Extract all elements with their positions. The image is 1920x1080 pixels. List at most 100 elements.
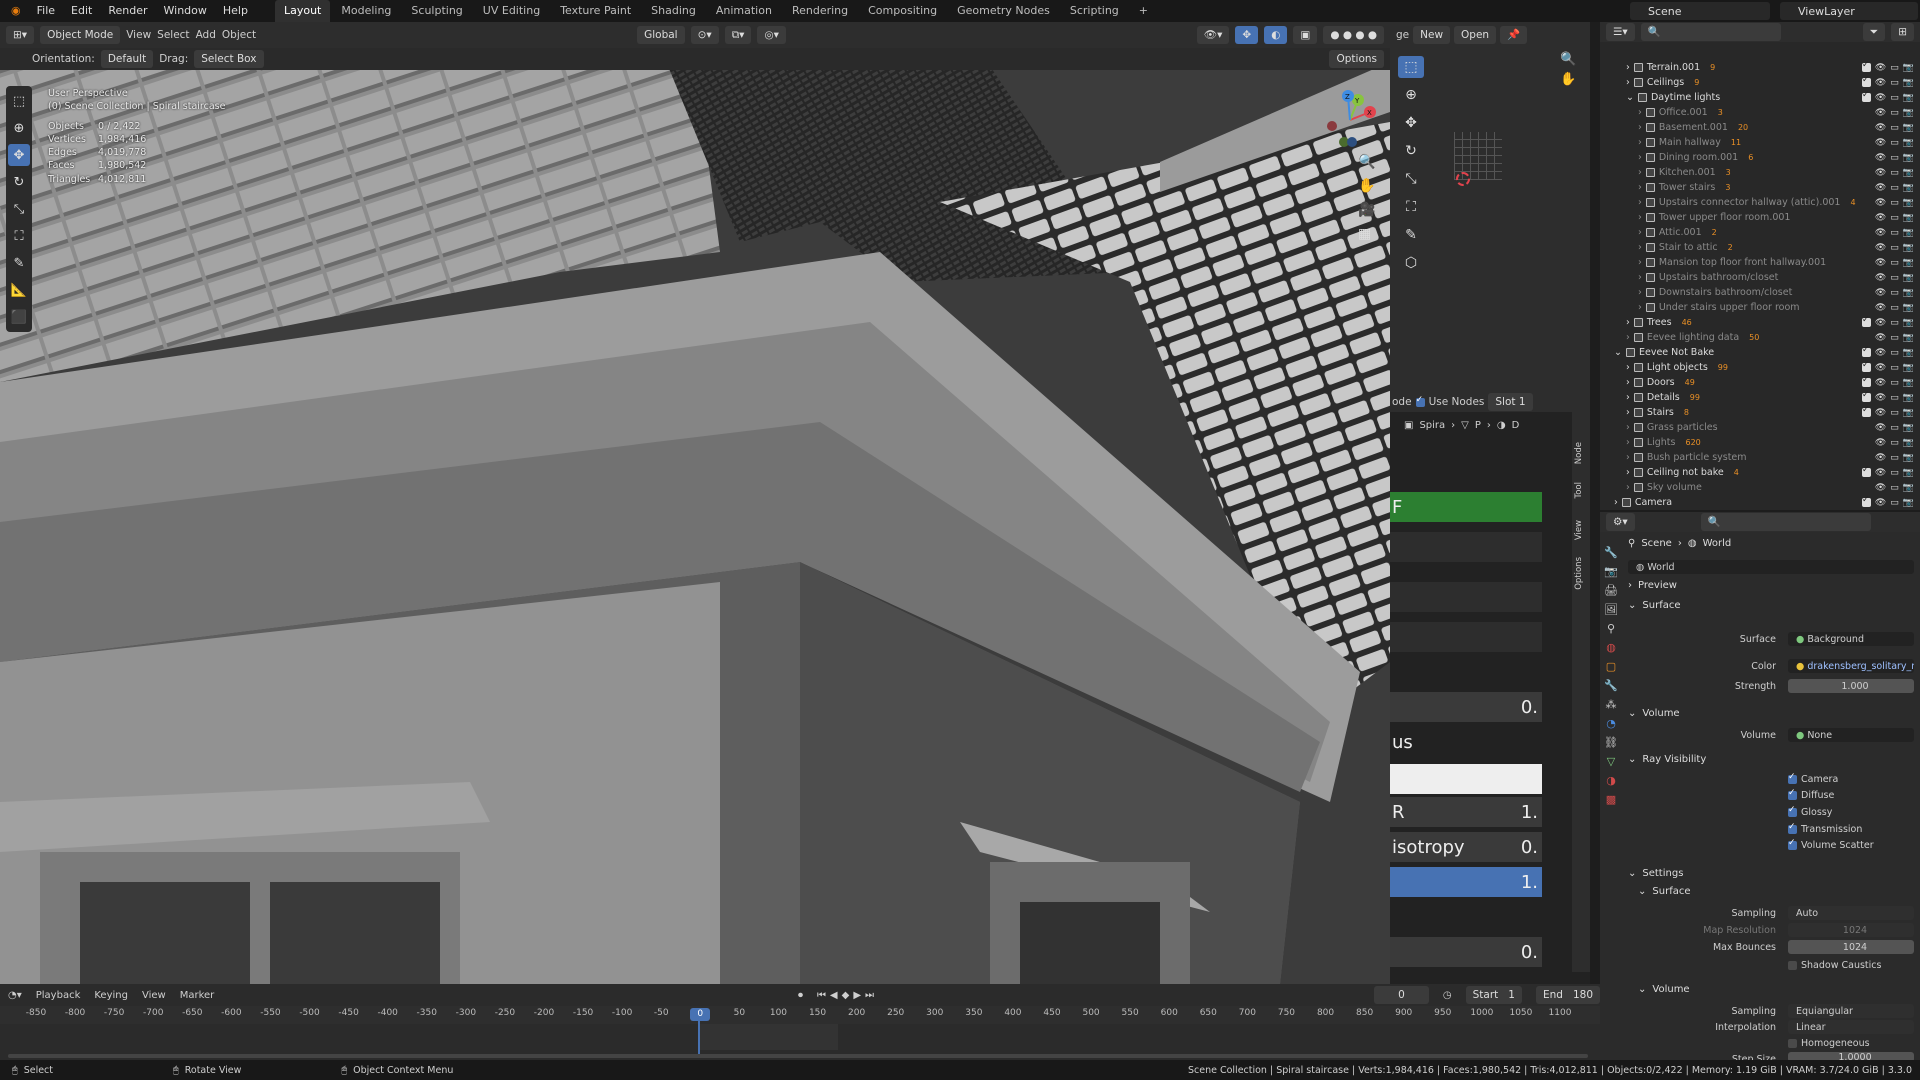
ray-transmission-checkbox[interactable]: Transmission [1788,822,1862,835]
collapsed-icon[interactable]: › [1626,467,1630,478]
outliner-row[interactable]: › Tower upper floor room.001 👁 ▭ 📷 [1600,210,1920,225]
move-tool-icon[interactable]: ✥ [1398,112,1424,134]
node-value-field-r[interactable]: R 1. [1390,797,1542,827]
camera-icon[interactable]: 📷 [1903,378,1914,388]
eye-icon[interactable]: 👁 [1875,468,1886,478]
scene-selector[interactable]: Scene [1630,2,1770,20]
clock-icon[interactable]: ◔▾ [8,990,22,1001]
monitor-icon[interactable]: ▭ [1890,138,1899,148]
camera-icon[interactable]: 📷 [1903,198,1914,208]
camera-icon[interactable]: 📷 [1903,393,1914,403]
eye-icon[interactable]: 👁 [1875,438,1886,448]
timeline-ruler[interactable]: -850 -800 -750 -700 -650 -600 -550 -500 -450 -400… [0,1006,1600,1024]
orientation-dropdown[interactable]: Default [100,50,154,68]
viewlayer-selector[interactable]: ViewLayer [1780,2,1918,20]
exclude-checkbox[interactable] [1862,123,1871,133]
monitor-icon[interactable]: ▭ [1890,333,1899,343]
options-dropdown[interactable]: Options [1329,50,1384,68]
blender-logo-icon[interactable]: ◉ [4,0,28,22]
eye-icon[interactable]: 👁 [1875,303,1886,313]
tab-node[interactable]: Node [1574,442,1584,464]
outliner-row[interactable]: › Doors 49 👁 ▭ 📷 [1600,375,1920,390]
monitor-icon[interactable]: ▭ [1890,63,1899,73]
collapsed-icon[interactable]: › [1626,452,1630,463]
keying-menu[interactable]: Keying [94,990,128,1001]
tab-uv-editing[interactable]: UV Editing [474,0,549,22]
settings-panel-header[interactable]: ⌄ Settings [1628,868,1918,879]
node-value-field-1[interactable]: 0. [1390,692,1542,722]
surface-panel-header[interactable]: ⌄ Surface [1628,600,1918,611]
exclude-checkbox[interactable] [1862,213,1871,223]
eye-icon[interactable]: 👁 [1875,423,1886,433]
eye-icon[interactable]: 👁 [1875,408,1886,418]
camera-icon[interactable]: 📷 [1903,228,1914,238]
tab-tool[interactable]: Tool [1574,482,1584,499]
monitor-icon[interactable]: ▭ [1890,453,1899,463]
tab-modeling[interactable]: Modeling [332,0,400,22]
monitor-icon[interactable]: ▭ [1890,438,1899,448]
monitor-icon[interactable]: ▭ [1890,273,1899,283]
collapsed-icon[interactable]: › [1638,182,1642,193]
ray-diffuse-checkbox[interactable]: Diffuse [1788,788,1834,801]
use-nodes-checkbox[interactable] [1415,395,1425,407]
monitor-icon[interactable]: ▭ [1890,408,1899,418]
select-tool-icon[interactable]: ⬚ [1398,56,1424,78]
eye-icon[interactable]: 👁 [1875,348,1886,358]
outliner-row[interactable]: › Basement.001 20 👁 ▭ 📷 [1600,120,1920,135]
pan-hand-icon[interactable]: ✋ [1358,178,1375,194]
output-tab-icon[interactable]: 🖨 [1604,584,1618,597]
exclude-checkbox[interactable] [1862,168,1871,178]
camera-icon[interactable]: 📷 [1903,468,1914,478]
exclude-checkbox[interactable] [1861,90,1871,102]
exclude-checkbox[interactable] [1861,360,1871,372]
outliner-row[interactable]: › Mansion top floor front hallway.001 👁 ▭ 📷 [1600,255,1920,270]
collapsed-icon[interactable]: › [1638,167,1642,178]
mode-dropdown[interactable]: Object Mode [40,26,121,44]
eye-icon[interactable]: 👁 [1875,363,1886,373]
eye-icon[interactable]: 👁 [1875,378,1886,388]
exclude-checkbox[interactable] [1862,483,1871,493]
shadow-caustics-checkbox[interactable]: Shadow Caustics [1788,960,1881,971]
eye-icon[interactable]: 👁 [1875,318,1886,328]
outliner-row[interactable]: › Details 99 👁 ▭ 📷 [1600,390,1920,405]
snap-icon[interactable]: ⧉▾ [724,26,752,44]
monitor-icon[interactable]: ▭ [1890,393,1899,403]
exclude-checkbox[interactable] [1861,390,1871,402]
new-collection-icon[interactable]: ⊞ [1891,23,1914,41]
collapsed-icon[interactable]: › [1626,77,1630,88]
menu-help[interactable]: Help [216,0,255,22]
camera-icon[interactable]: 📷 [1903,408,1914,418]
exclude-checkbox[interactable] [1862,138,1871,148]
monitor-icon[interactable]: ▭ [1890,198,1899,208]
outliner-row[interactable]: › Upstairs bathroom/closet 👁 ▭ 📷 [1600,270,1920,285]
transform-tool-icon[interactable]: ⛶ [1398,196,1424,218]
preview-range-icon[interactable]: ◷ [1443,990,1452,1001]
outliner-row[interactable]: › Under stairs upper floor room 👁 ▭ 📷 [1600,300,1920,315]
node-color-swatch[interactable] [1390,764,1542,794]
annotate-tool-icon[interactable]: ✎ [1398,224,1424,246]
strength-field[interactable]: 1.000 [1788,679,1914,693]
collapsed-icon[interactable]: › [1626,437,1630,448]
3d-viewport[interactable]: ⊞▾ Object Mode View Select Add Object Gl… [0,22,1390,984]
camera-icon[interactable]: 📷 [1903,243,1914,253]
monitor-icon[interactable]: ▭ [1890,258,1899,268]
outliner-row[interactable]: › Main hallway 11 👁 ▭ 📷 [1600,135,1920,150]
slot-dropdown[interactable]: Slot 1 [1488,393,1533,411]
outliner-row[interactable]: › Lights 620 👁 ▭ 📷 [1600,435,1920,450]
cursor-tool-icon[interactable]: ⊕ [1398,84,1424,106]
collapsed-icon[interactable]: › [1614,497,1618,508]
collapsed-icon[interactable]: › [1626,62,1630,73]
eye-icon[interactable]: 👁 [1875,243,1886,253]
physics-tab-icon[interactable]: ◔ [1606,717,1616,730]
monitor-icon[interactable]: ▭ [1890,483,1899,493]
tab-shading[interactable]: Shading [642,0,705,22]
monitor-icon[interactable]: ▭ [1890,318,1899,328]
monitor-icon[interactable]: ▭ [1890,288,1899,298]
outliner[interactable]: ☰▾ 🔍 ⏷ ⊞ › Terrain.001 9 👁 ▭ 📷 › Ceilings 9 👁 ▭ 📷 ⌄ D… [1600,22,1920,510]
monitor-icon[interactable]: ▭ [1890,108,1899,118]
eye-icon[interactable]: 👁 [1875,123,1886,133]
overlay-toggle-icon[interactable]: ◐ [1264,26,1288,44]
exclude-checkbox[interactable] [1861,375,1871,387]
tab-rendering[interactable]: Rendering [783,0,857,22]
camera-icon[interactable]: 📷 [1903,423,1914,433]
